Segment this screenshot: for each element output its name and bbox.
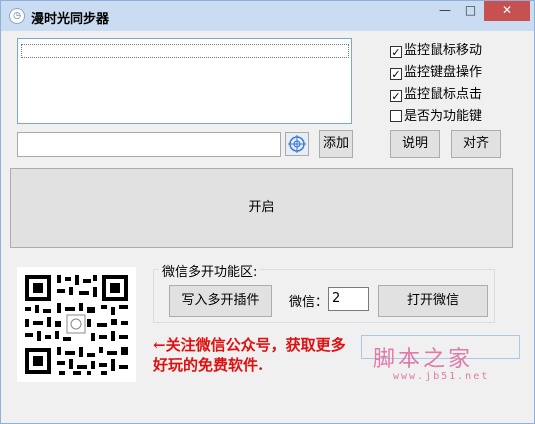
checkbox-function-key[interactable]: 是否为功能键 [390,109,482,125]
write-plugin-button[interactable]: 写入多开插件 [169,285,272,317]
checkbox-mouse-click-box[interactable]: ✓ [390,90,402,102]
open-wechat-button[interactable]: 打开微信 [378,285,488,317]
start-button[interactable]: 开启 [10,168,513,248]
qr-code [17,267,136,382]
checkbox-function-key-box[interactable] [390,110,402,122]
crosshair-icon [288,135,306,153]
close-button[interactable]: ✕ [484,1,530,21]
add-button[interactable]: 添加 [319,130,353,158]
window-title: 漫时光同步器 [31,12,110,27]
checkbox-keyboard[interactable]: ✓ 监控键盘操作 [390,65,482,81]
list-focus-item[interactable] [21,44,349,58]
wechat-count-input[interactable]: 2 [328,287,369,311]
title-bar[interactable]: ◷ 漫时光同步器 — □ ✕ [1,1,534,31]
checkbox-mouse-move-box[interactable]: ✓ [390,46,402,58]
watermark-url: www.jb51.net [393,371,490,382]
target-picker-button[interactable] [285,132,309,156]
help-button[interactable]: 说明 [390,130,440,158]
checkbox-label: 监控键盘操作 [404,65,483,80]
promo-text: ←关注微信公众号，获取更多好玩的免费软件. [153,336,346,374]
window-name-input[interactable] [17,132,281,157]
checkbox-mouse-move[interactable]: ✓ 监控鼠标移动 [390,43,482,59]
minimize-button[interactable]: — [432,1,458,21]
checkbox-label: 监控鼠标点击 [404,87,483,102]
record-list[interactable] [17,38,352,124]
app-window: ◷ 漫时光同步器 — □ ✕ 添加 ✓ 监控鼠标移动 ✓ 监控键盘操作 ✓ 监控鼠标点… [0,0,535,424]
align-button[interactable]: 对齐 [451,130,501,158]
watermark-logo: 脚本之家 [373,347,474,372]
checkbox-label: 监控鼠标移动 [404,43,483,58]
qr-code-icon [17,267,136,382]
wechat-count-label: 微信： [289,295,329,310]
wechat-group-title: 微信多开功能区: [159,261,261,280]
maximize-button[interactable]: □ [458,1,483,21]
checkbox-mouse-click[interactable]: ✓ 监控鼠标点击 [390,87,482,103]
checkbox-keyboard-box[interactable]: ✓ [390,68,402,80]
checkbox-label: 是否为功能键 [404,109,483,124]
app-icon: ◷ [9,8,25,24]
